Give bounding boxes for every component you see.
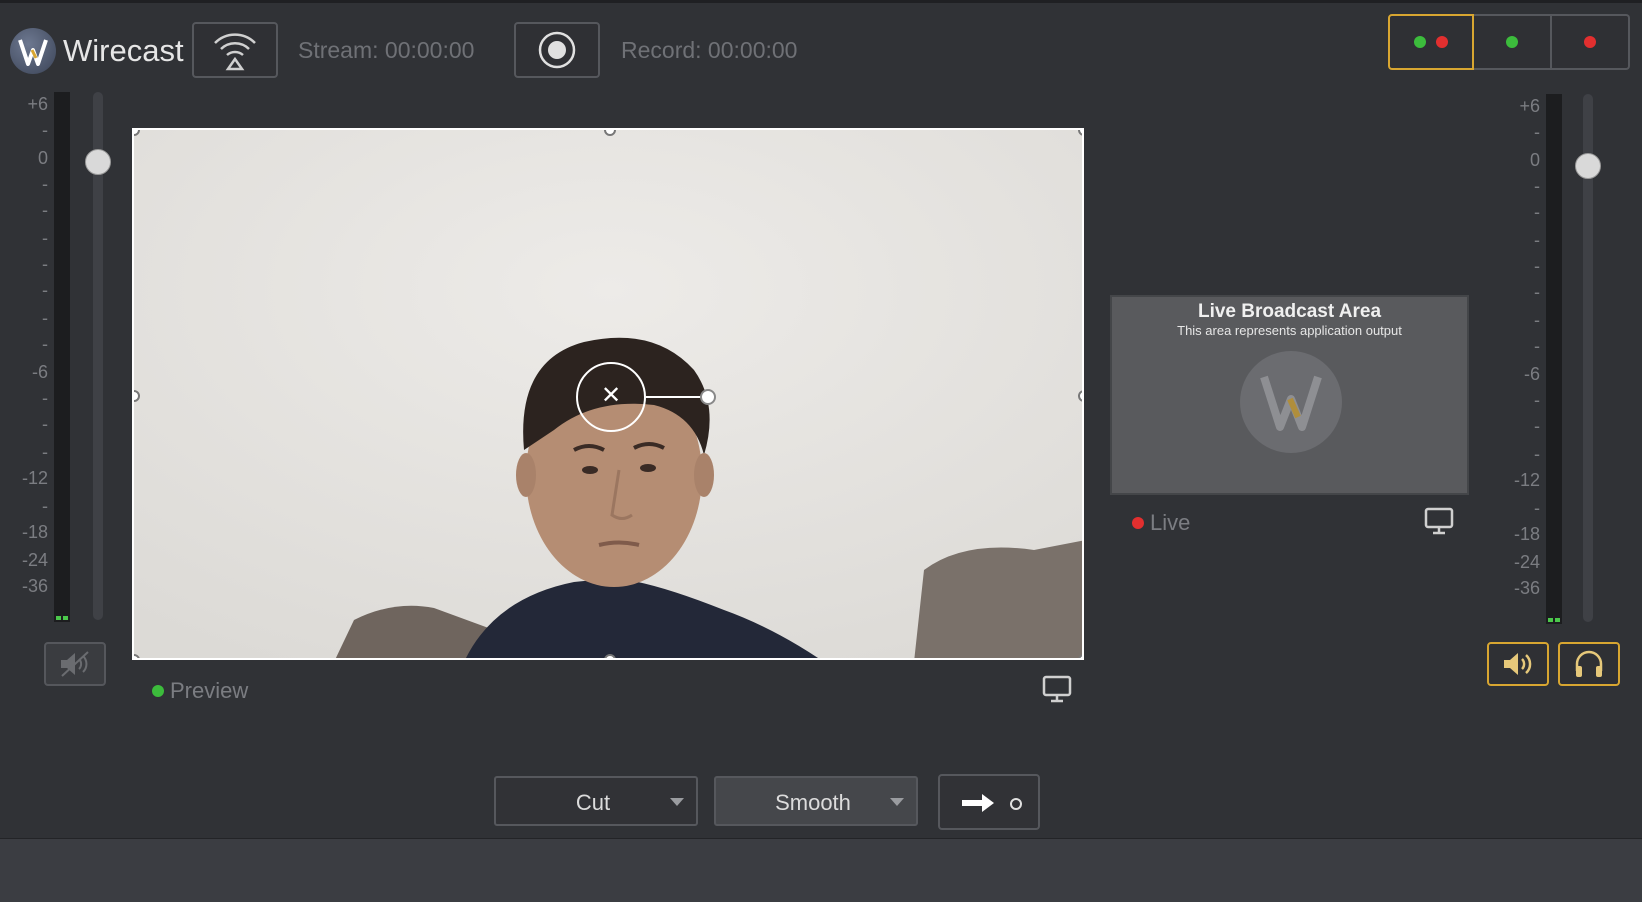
right-volume-slider[interactable] [1575,153,1601,179]
right-audio-scale: +6 - 0 - - - - - - - -6 - - - -12 - -18 -24 -36 [1500,96,1540,616]
chevron-down-icon [890,798,904,806]
left-audio-scale: +6 - 0 - - - - - - - -6 - - - -12 - -18 -24 -36 [8,94,48,614]
audio-scale-tick: - [1534,310,1540,330]
record-icon [538,31,576,69]
audio-scale-tick: - [1534,444,1540,464]
record-timer: Record: 00:00:00 [621,37,798,63]
preview-status-dot [152,685,164,697]
live-output-canvas[interactable]: Live Broadcast Area This area represents… [1110,295,1469,495]
audio-scale-tick: -18 [1513,524,1540,544]
layout-mode-group [1388,14,1630,70]
audio-scale-tick: - [1534,230,1540,250]
audio-scale-tick: +6 [27,94,48,114]
audio-scale-tick: - [1534,390,1540,410]
transition-cut-dropdown[interactable]: Cut [494,776,698,826]
transition-smooth-label: Smooth [775,790,851,815]
preview-monitor-icon[interactable] [1042,674,1072,709]
audio-scale-tick: 0 [1529,150,1540,170]
speaker-toggle-button[interactable] [1487,642,1549,686]
live-status-dot [1132,517,1144,529]
wirecast-watermark-icon [1240,351,1342,453]
audio-scale-tick: -36 [1513,578,1540,598]
audio-scale-tick: - [42,334,48,354]
audio-scale-tick: - [1534,282,1540,302]
layout-preview-live-button[interactable] [1388,14,1474,70]
left-audio-meter [54,92,70,622]
right-audio-meter [1546,94,1562,624]
live-subtitle: This area represents application output [1177,323,1402,338]
audio-scale-tick: +6 [1519,96,1540,116]
preview-label: Preview [170,678,249,703]
red-dot-icon [1584,36,1596,48]
audio-scale-tick: -6 [31,362,48,382]
close-icon: ✕ [600,382,622,409]
rotation-arm [646,396,706,398]
audio-scale-tick: - [1534,176,1540,196]
audio-scale-tick: -24 [1513,552,1540,572]
speaker-muted-icon [61,651,89,677]
audio-scale-tick: -36 [21,576,48,596]
go-transition-button[interactable] [938,774,1040,830]
audio-scale-tick: -18 [21,522,48,542]
audio-scale-tick: - [42,174,48,194]
headphones-toggle-button[interactable] [1558,642,1620,686]
broadcast-wifi-icon [214,33,256,71]
wirecast-logo-icon [10,28,56,74]
audio-scale-tick: - [42,200,48,220]
audio-scale-tick: - [42,228,48,248]
live-title: Live Broadcast Area [1197,301,1382,322]
audio-scale-tick: - [1534,336,1540,356]
stream-button[interactable] [192,22,278,78]
live-label: Live [1150,510,1191,535]
audio-scale-tick: - [42,120,48,140]
audio-scale-tick: 0 [37,148,48,168]
audio-scale-tick: - [1534,416,1540,436]
audio-scale-tick: - [42,388,48,408]
audio-scale-tick: - [42,254,48,274]
arrow-right-icon [962,794,994,812]
audio-scale-tick: - [42,442,48,462]
audio-scale-tick: -12 [1513,470,1540,490]
record-button[interactable] [514,22,600,78]
resize-handle-bottom[interactable] [604,654,616,658]
audio-scale-tick: - [1534,498,1540,518]
stream-timer: Stream: 00:00:00 [298,37,475,63]
audio-scale-tick: -6 [1523,364,1540,384]
transition-smooth-dropdown[interactable]: Smooth [714,776,918,826]
audio-scale-tick: -12 [21,468,48,488]
speaker-icon [1504,653,1532,675]
chevron-down-icon [670,798,684,806]
audio-scale-tick: - [1534,122,1540,142]
layout-live-only-button[interactable] [1552,14,1630,70]
layout-preview-only-button[interactable] [1474,14,1552,70]
app-name: Wirecast [63,33,184,68]
live-monitor-icon[interactable] [1424,506,1454,541]
preview-status: Preview [152,678,248,704]
preview-canvas[interactable]: ✕ [132,128,1084,660]
audio-scale-tick: - [1534,256,1540,276]
rotation-handle[interactable] [700,389,716,405]
live-status: Live [1132,510,1190,536]
audio-scale-tick: - [1534,202,1540,222]
sources-panel-area [0,838,1642,902]
window-top-border [0,0,1642,3]
audio-scale-tick: -24 [21,550,48,570]
audio-scale-tick: - [42,280,48,300]
left-mute-button[interactable] [44,642,106,686]
resize-handle-right[interactable] [1078,390,1082,402]
ring-icon [1010,798,1022,810]
resize-handle-bottom-right[interactable] [1078,654,1082,658]
headphones-icon [1575,650,1603,677]
audio-scale-tick: - [42,414,48,434]
two-dots-icon [1414,36,1448,48]
audio-scale-tick: - [42,308,48,328]
transition-cut-label: Cut [575,790,611,815]
green-dot-icon [1506,36,1518,48]
move-center-handle[interactable]: ✕ [576,362,646,432]
audio-scale-tick: - [42,496,48,516]
left-volume-slider[interactable] [85,149,111,175]
